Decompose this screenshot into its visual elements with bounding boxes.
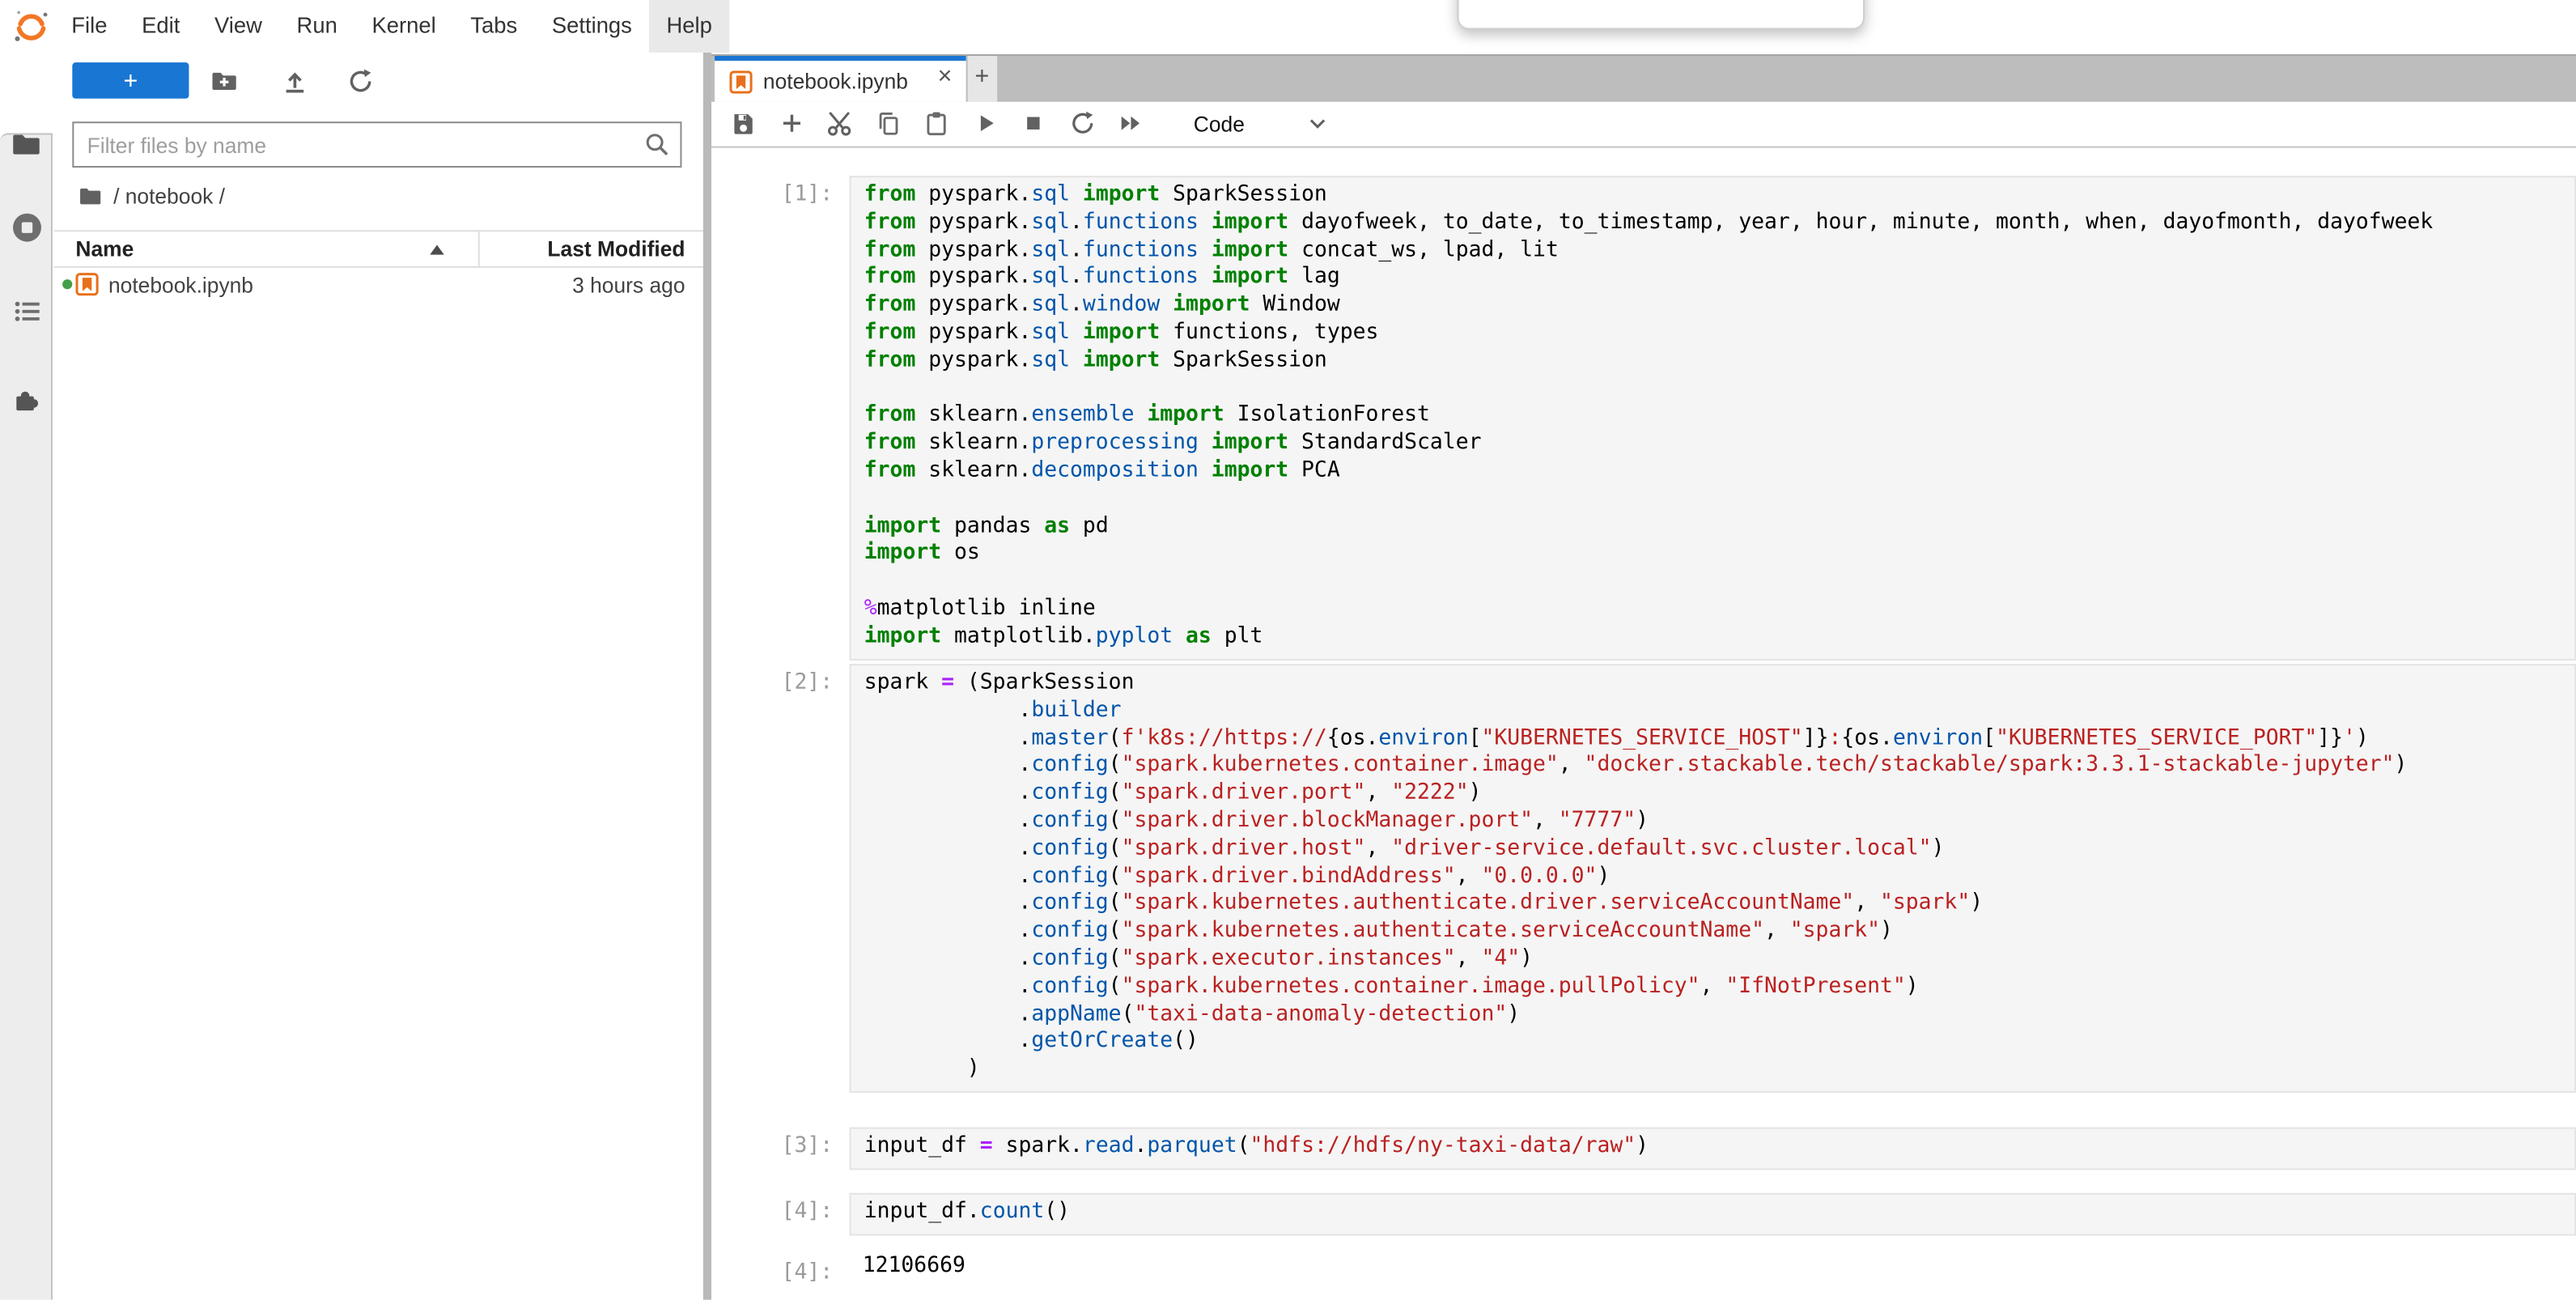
sidebar-tab-files[interactable]: [0, 117, 53, 170]
file-row[interactable]: notebook.ipynb 3 hours ago: [54, 266, 703, 302]
copy-button[interactable]: [875, 111, 901, 137]
code-cell[interactable]: [2]: spark = (SparkSession .builder .mast…: [711, 664, 2576, 1093]
search-icon: [644, 131, 670, 157]
menu-view[interactable]: View: [197, 0, 280, 52]
save-button[interactable]: [729, 111, 755, 137]
menu-items: File Edit View Run Kernel Tabs Settings …: [54, 0, 729, 52]
notebook-content[interactable]: [1]: from pyspark.sql import SparkSession…: [711, 147, 2576, 1299]
filter-input[interactable]: [72, 121, 681, 168]
refresh-button[interactable]: [346, 67, 375, 96]
jupyterlab-window: File Edit View Run Kernel Tabs Settings …: [0, 0, 2576, 1299]
panel-resize-sash[interactable]: [703, 52, 711, 1299]
sidebar-tab-toc[interactable]: [0, 285, 53, 338]
menu-edit[interactable]: Edit: [125, 0, 197, 52]
cut-button[interactable]: [826, 111, 852, 137]
menu-run[interactable]: Run: [279, 0, 354, 52]
code-cell[interactable]: [1]: from pyspark.sql import SparkSession…: [711, 176, 2576, 660]
run-icon: [972, 111, 998, 137]
add-cell-icon: [778, 111, 804, 137]
sort-ascending-icon[interactable]: [429, 242, 445, 255]
menu-settings[interactable]: Settings: [535, 0, 650, 52]
add-tab-button[interactable]: +: [967, 56, 998, 102]
tab-title: notebook.ipynb: [763, 69, 908, 93]
column-divider: [478, 231, 480, 266]
celltype-value: Code: [1194, 112, 1245, 136]
new-folder-icon: [210, 67, 239, 96]
execution-count: [3]:: [711, 1134, 833, 1158]
breadcrumb-path[interactable]: / notebook /: [113, 183, 225, 207]
paste-button[interactable]: [923, 111, 949, 137]
fast-forward-icon: [1117, 111, 1143, 137]
notebook-file-icon: [75, 272, 98, 295]
column-header-last-modified[interactable]: Last Modified: [547, 236, 685, 260]
notebook-file-icon: [728, 70, 751, 92]
restart-run-all-button[interactable]: [1117, 111, 1143, 137]
restart-kernel-button[interactable]: [1069, 111, 1095, 137]
copy-icon: [875, 111, 901, 137]
refresh-icon: [346, 67, 375, 96]
breadcrumb[interactable]: / notebook /: [79, 182, 225, 208]
code-editor[interactable]: spark = (SparkSession .builder .master(f…: [850, 664, 2576, 1093]
stop-icon: [1021, 111, 1046, 137]
close-icon[interactable]: ×: [938, 62, 953, 91]
folder-icon: [79, 185, 101, 206]
tab-bar: notebook.ipynb × +: [711, 54, 2576, 102]
column-header-name[interactable]: Name: [75, 236, 134, 260]
file-name: notebook.ipynb: [108, 272, 253, 296]
kernel-running-dot: [62, 279, 71, 289]
github-tooltip: github.com: [1458, 0, 1865, 30]
jupyter-logo-icon: [13, 8, 49, 45]
stop-button[interactable]: [1021, 111, 1046, 137]
celltype-dropdown[interactable]: Code: [1194, 111, 1330, 137]
cut-icon: [826, 111, 852, 137]
save-icon: [729, 111, 755, 137]
new-launcher-button[interactable]: +: [72, 62, 189, 99]
file-listing-header: Name Last Modified: [54, 229, 703, 267]
output-execution-count: [4]:: [711, 1260, 833, 1284]
chevron-down-icon: [1304, 111, 1330, 137]
code-editor[interactable]: from pyspark.sql import SparkSession fro…: [850, 176, 2576, 660]
file-modified: 3 hours ago: [572, 272, 685, 296]
running-icon: [9, 210, 44, 245]
menu-tabs[interactable]: Tabs: [453, 0, 535, 52]
new-folder-button[interactable]: [210, 67, 239, 96]
run-button[interactable]: [972, 111, 998, 137]
file-browser-panel: + / notebook / Name Las: [54, 52, 703, 1299]
code-editor[interactable]: input_df = spark.read.parquet("hdfs://hd…: [850, 1128, 2576, 1170]
upload-button[interactable]: [281, 67, 309, 96]
puzzle-icon: [11, 384, 42, 416]
paste-icon: [923, 111, 949, 137]
code-cell[interactable]: [4]: input_df.count(): [711, 1193, 2576, 1235]
upload-icon: [281, 67, 309, 96]
toc-icon: [12, 297, 40, 325]
execution-count: [4]:: [711, 1200, 833, 1224]
cell-output: [4]: 12106669: [711, 1253, 2576, 1281]
filter-box: [72, 121, 681, 168]
tab-notebook[interactable]: notebook.ipynb ×: [714, 56, 965, 102]
main-dock-area: notebook.ipynb × +: [711, 0, 2576, 1299]
menu-file[interactable]: File: [54, 0, 125, 52]
execution-count: [2]:: [711, 670, 833, 695]
sidebar-tab-extensions[interactable]: [0, 374, 53, 427]
output-text: 12106669: [850, 1253, 2576, 1281]
code-cell[interactable]: [3]: input_df = spark.read.parquet("hdfs:…: [711, 1128, 2576, 1170]
restart-icon: [1069, 111, 1095, 137]
sidebar-strip: [0, 52, 53, 1299]
add-cell-button[interactable]: [778, 111, 804, 137]
execution-count: [1]:: [711, 182, 833, 206]
menu-kernel[interactable]: Kernel: [354, 0, 453, 52]
notebook-toolbar: Code: [711, 102, 2576, 147]
code-editor[interactable]: input_df.count(): [850, 1193, 2576, 1235]
sidebar-tab-running[interactable]: [0, 202, 53, 254]
folder-icon: [10, 127, 43, 160]
